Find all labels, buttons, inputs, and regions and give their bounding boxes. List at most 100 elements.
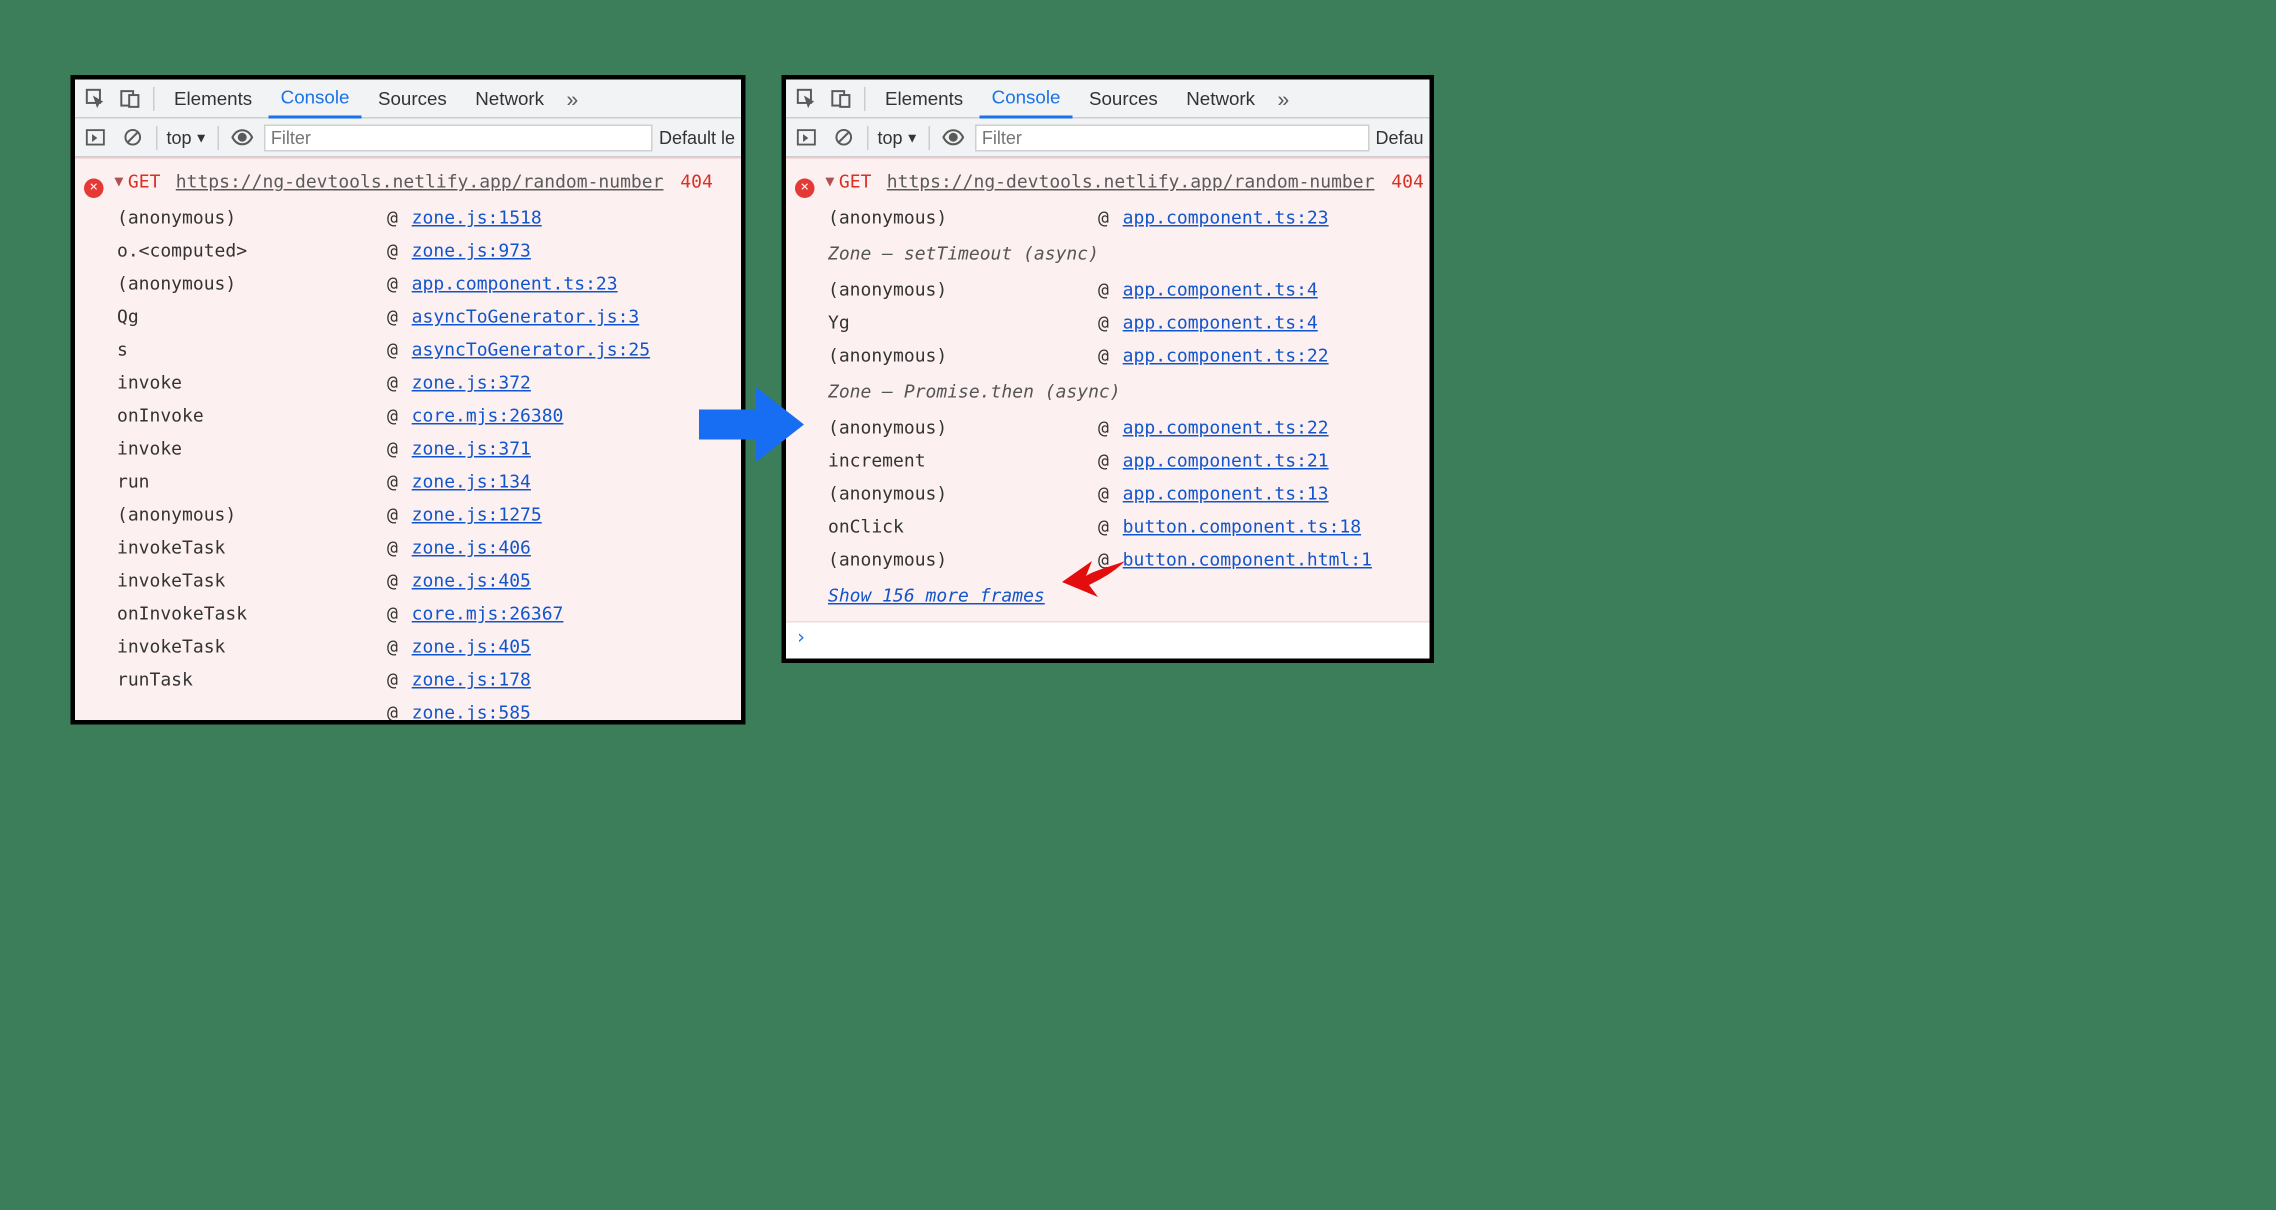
async-section-label: Zone — setTimeout (async) [786, 234, 1430, 273]
more-tabs-icon[interactable]: » [1272, 86, 1296, 110]
request-url[interactable]: https://ng-devtools.netlify.app/random-n… [887, 171, 1375, 192]
stack-frame: (anonymous)@ app.component.ts:13 [786, 477, 1430, 510]
console-filterbar: top▼ Default le [75, 119, 741, 158]
stack-frame: invoke@ zone.js:372 [75, 366, 741, 399]
source-link[interactable]: app.component.ts:4 [1123, 279, 1318, 300]
source-link[interactable]: button.component.html:1 [1123, 549, 1372, 570]
source-link[interactable]: zone.js:371 [412, 438, 531, 459]
frame-location: @ zone.js:405 [387, 564, 531, 597]
context-selector[interactable]: top▼ [878, 127, 919, 148]
frame-function: invokeTask [117, 630, 387, 663]
frame-location: @ app.component.ts:13 [1098, 477, 1329, 510]
stack-frame: invoke@ zone.js:371 [75, 432, 741, 465]
frame-location: @ button.component.ts:18 [1098, 510, 1361, 543]
frame-function: (anonymous) [117, 267, 387, 300]
chevron-right-icon: › [795, 623, 807, 656]
device-toggle-icon[interactable] [827, 83, 857, 113]
source-link[interactable]: zone.js:1518 [412, 207, 542, 228]
stack-frame: (anonymous)@ zone.js:1518 [75, 201, 741, 234]
source-link[interactable]: zone.js:585 [412, 702, 531, 723]
frame-location: @ zone.js:1275 [387, 498, 542, 531]
disclosure-triangle-icon[interactable]: ▼ [825, 167, 834, 200]
status-code: 404 [1391, 171, 1424, 192]
tabbar: Elements Console Sources Network » [786, 80, 1430, 119]
frame-location: @ core.mjs:26367 [387, 597, 563, 630]
frame-location: @ zone.js:405 [387, 630, 531, 663]
source-link[interactable]: zone.js:405 [412, 570, 531, 591]
source-link[interactable]: zone.js:1275 [412, 504, 542, 525]
source-link[interactable]: app.component.ts:23 [412, 273, 618, 294]
frame-function: (anonymous) [117, 201, 387, 234]
context-selector[interactable]: top▼ [167, 127, 208, 148]
frame-function: Yg [828, 306, 1098, 339]
disclosure-triangle-icon[interactable]: ▼ [114, 167, 123, 200]
source-link[interactable]: zone.js:406 [412, 537, 531, 558]
frame-location: @ zone.js:178 [387, 663, 531, 696]
sidebar-toggle-icon[interactable] [792, 122, 822, 152]
stack-frame: (anonymous)@ app.component.ts:22 [786, 339, 1430, 372]
source-link[interactable]: app.component.ts:23 [1123, 207, 1329, 228]
source-link[interactable]: app.component.ts:13 [1123, 483, 1329, 504]
frame-location: @ zone.js:585 [387, 696, 531, 725]
stack-frame: run@ zone.js:134 [75, 465, 741, 498]
eye-icon[interactable] [227, 122, 257, 152]
tab-console[interactable]: Console [269, 80, 362, 119]
devtools-panel-left: Elements Console Sources Network » top▼ … [71, 75, 746, 725]
tab-sources[interactable]: Sources [1077, 79, 1170, 118]
tab-sources[interactable]: Sources [366, 79, 459, 118]
source-link[interactable]: zone.js:178 [412, 669, 531, 690]
frame-location: @ app.component.ts:4 [1098, 306, 1318, 339]
log-levels[interactable]: Defau [1375, 127, 1423, 148]
stack-frame: Qg@ asyncToGenerator.js:3 [75, 300, 741, 333]
source-link[interactable]: core.mjs:26380 [412, 405, 564, 426]
source-link[interactable]: app.component.ts:22 [1123, 345, 1329, 366]
source-link[interactable]: asyncToGenerator.js:25 [412, 339, 650, 360]
more-tabs-icon[interactable]: » [561, 86, 585, 110]
stack-frame: onInvoke@ core.mjs:26380 [75, 399, 741, 432]
inspect-icon[interactable] [792, 83, 822, 113]
sidebar-toggle-icon[interactable] [81, 122, 111, 152]
frame-function: run [117, 465, 387, 498]
source-link[interactable]: button.component.ts:18 [1123, 516, 1361, 537]
filter-input[interactable] [974, 124, 1369, 151]
source-link[interactable]: zone.js:134 [412, 471, 531, 492]
inspect-icon[interactable] [81, 83, 111, 113]
error-message-row[interactable]: ✕ ▼GET https://ng-devtools.netlify.app/r… [786, 162, 1430, 201]
filter-input[interactable] [263, 124, 653, 151]
source-link[interactable]: zone.js:405 [412, 636, 531, 657]
eye-icon[interactable] [938, 122, 968, 152]
request-url[interactable]: https://ng-devtools.netlify.app/random-n… [176, 171, 664, 192]
source-link[interactable]: app.component.ts:21 [1123, 450, 1329, 471]
clear-console-icon[interactable] [117, 122, 147, 152]
tab-elements[interactable]: Elements [873, 79, 975, 118]
async-section-label: Zone — Promise.then (async) [786, 372, 1430, 411]
tab-network[interactable]: Network [1174, 79, 1267, 118]
stack-frame: (anonymous)@ app.component.ts:23 [75, 267, 741, 300]
source-link[interactable]: app.component.ts:22 [1123, 417, 1329, 438]
tab-elements[interactable]: Elements [162, 79, 264, 118]
source-link[interactable]: asyncToGenerator.js:3 [412, 306, 640, 327]
console-prompt[interactable]: › [786, 623, 1430, 656]
tab-network[interactable]: Network [463, 79, 556, 118]
console-output: ✕ ▼GET https://ng-devtools.netlify.app/r… [75, 158, 741, 725]
source-link[interactable]: zone.js:372 [412, 372, 531, 393]
stack-frame: invokeTask@ zone.js:405 [75, 630, 741, 663]
frame-function: invoke [117, 366, 387, 399]
tab-console[interactable]: Console [980, 80, 1073, 119]
error-message-row[interactable]: ✕ ▼GET https://ng-devtools.netlify.app/r… [75, 162, 741, 201]
device-toggle-icon[interactable] [116, 83, 146, 113]
http-method: GET [839, 171, 872, 192]
frame-function: invokeTask [117, 564, 387, 597]
log-levels[interactable]: Default le [659, 127, 735, 148]
source-link[interactable]: core.mjs:26367 [412, 603, 564, 624]
frame-function: onInvokeTask [117, 597, 387, 630]
frame-function: Qg [117, 300, 387, 333]
stack-frame: (anonymous)@ app.component.ts:23 [786, 201, 1430, 234]
source-link[interactable]: app.component.ts:4 [1123, 312, 1318, 333]
frame-function: invokeTask [117, 531, 387, 564]
stack-frame: (anonymous)@ zone.js:1275 [75, 498, 741, 531]
source-link[interactable]: zone.js:973 [412, 240, 531, 261]
frame-function: (anonymous) [828, 477, 1098, 510]
clear-console-icon[interactable] [828, 122, 858, 152]
stack-frame: o.<computed>@ zone.js:973 [75, 234, 741, 267]
